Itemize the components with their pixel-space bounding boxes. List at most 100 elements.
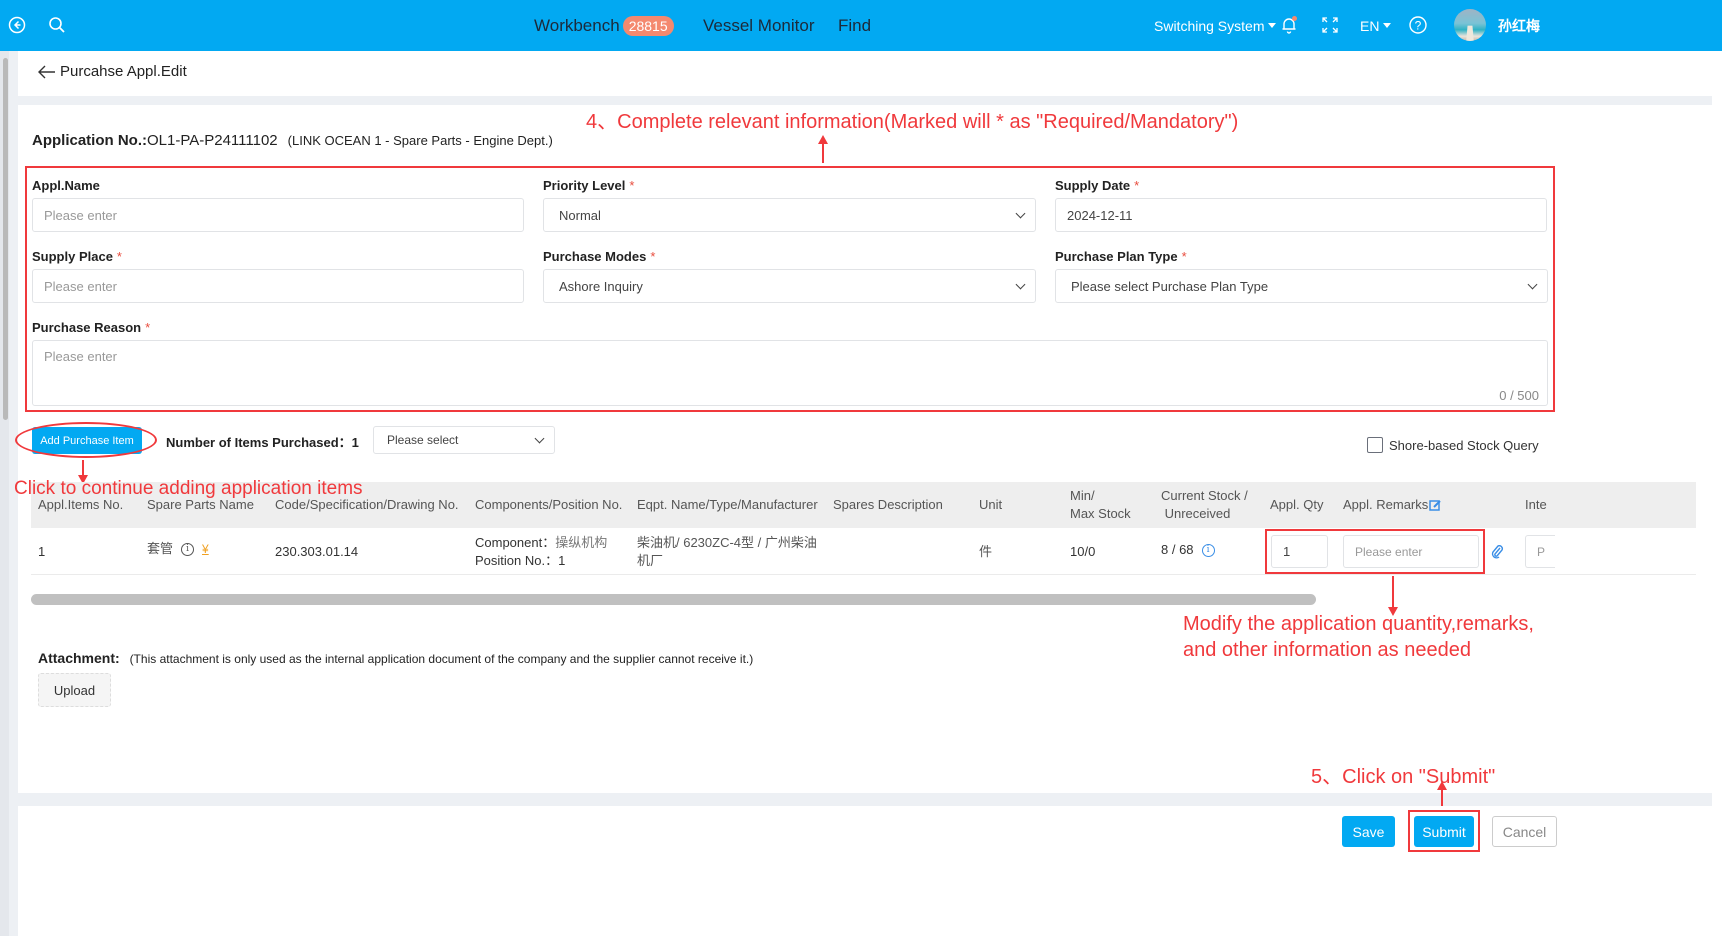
annotation-box-qty-remarks [1265, 529, 1485, 574]
column-header: Appl. Qty [1270, 497, 1324, 512]
column-header: Components/Position No. [475, 497, 623, 512]
switching-system-dropdown[interactable]: Switching System [1154, 0, 1277, 51]
current-stock: 8 / 68 i [1161, 541, 1215, 559]
annotation-arrow-down-icon [1388, 576, 1398, 616]
upload-button[interactable]: Upload [38, 673, 111, 707]
nav-vessel-monitor[interactable]: Vessel Monitor [703, 0, 815, 51]
svg-text:?: ? [1415, 19, 1422, 33]
char-counter: 0 / 500 [1499, 388, 1539, 403]
chevron-down-icon [534, 433, 545, 443]
items-count: Number of Items Purchased：1 [166, 435, 359, 450]
column-header: Eqpt. Name/Type/Manufacturer [637, 497, 818, 512]
min-max-stock: 10/0 [1070, 544, 1096, 559]
user-name[interactable]: 孙红梅 [1498, 0, 1540, 51]
annotation-ellipse [15, 422, 157, 458]
component-position: Component：操纵机构 Position No.：1 [475, 535, 608, 568]
info-icon[interactable]: i [181, 542, 195, 556]
purchase-modes-value: Ashore Inquiry [559, 278, 643, 294]
row-divider [31, 574, 1696, 575]
help-icon[interactable]: ? [1406, 13, 1430, 37]
nav-find[interactable]: Find [838, 0, 871, 51]
annotation-arrow-down-icon [78, 460, 88, 484]
chevron-down-icon [1527, 279, 1538, 289]
purchase-modes-select[interactable]: Ashore Inquiry [543, 269, 1036, 303]
language-label: EN [1360, 17, 1380, 34]
page-title: Purcahse Appl.Edit [60, 63, 187, 80]
spare-part-name: 套管 i ¥ [147, 540, 209, 558]
supply-place-input[interactable]: Please enter [32, 269, 524, 303]
priority-level-select[interactable]: Normal [543, 198, 1036, 232]
info-icon[interactable]: i [1201, 543, 1215, 557]
purchase-reason-textarea[interactable]: Please enter 0 / 500 [32, 340, 1548, 406]
annotation-arrow-up-icon [1437, 781, 1447, 806]
top-bar: Workbench 28815 Vessel Monitor Find Swit… [0, 0, 1722, 51]
appl-name-input[interactable]: Please enter [32, 198, 524, 232]
application-number: Application No.:OL1-PA-P24111102 (LINK OC… [32, 132, 553, 149]
shore-stock-query[interactable]: Shore-based Stock Query [1367, 437, 1539, 453]
annotation-box-submit [1408, 810, 1480, 852]
purchase-modes-label: Purchase Modes * [543, 249, 656, 264]
paperclip-icon[interactable] [1491, 545, 1504, 559]
annotation-add-items: Click to continue adding application ite… [14, 478, 363, 499]
attachment-note: (This attachment is only used as the int… [129, 652, 754, 666]
caret-down-icon [1383, 23, 1392, 28]
supply-date-label: Supply Date * [1055, 178, 1140, 193]
annotation-step5: 5、Click on "Submit" [1311, 766, 1496, 788]
column-header: Min/ Max Stock [1070, 488, 1131, 521]
priority-level-value: Normal [559, 207, 601, 223]
left-scrollbar-thumb[interactable] [3, 58, 8, 420]
unit: 件 [979, 544, 993, 559]
arrow-left-icon [38, 65, 55, 78]
avatar[interactable] [1454, 9, 1486, 41]
app-no-label: Application No.: [32, 132, 147, 149]
back-circle-icon[interactable] [5, 13, 29, 37]
supply-place-label: Supply Place * [32, 249, 122, 264]
attachment-section: Attachment: (This attachment is only use… [38, 650, 753, 666]
shore-stock-checkbox[interactable] [1367, 437, 1383, 453]
equipment-info: 柴油机/ 6230ZC-4型 / 广州柴油 机厂 [637, 535, 817, 568]
code-spec: 230.303.01.14 [275, 544, 359, 559]
cancel-button[interactable]: Cancel [1492, 816, 1557, 847]
column-header: Current Stock / Unreceived [1161, 488, 1248, 521]
item-no: 1 [38, 544, 46, 559]
back-link[interactable]: Purcahse Appl.Edit [38, 63, 187, 80]
purchase-reason-placeholder: Please enter [44, 349, 117, 364]
fullscreen-icon[interactable] [1318, 13, 1342, 37]
app-no-subtitle: (LINK OCEAN 1 - Spare Parts - Engine Dep… [287, 133, 553, 148]
chevron-down-icon [1015, 208, 1026, 218]
next-column-input[interactable]: P [1525, 535, 1555, 568]
purchase-reason-label: Purchase Reason * [32, 320, 151, 335]
supply-date-input[interactable]: 2024-12-11 [1055, 198, 1547, 232]
app-no-value: OL1-PA-P24111102 [147, 132, 278, 149]
column-header: Inte [1525, 497, 1547, 512]
table-horizontal-scrollbar[interactable] [31, 594, 1316, 605]
column-header: Unit [979, 497, 1003, 512]
items-filter-placeholder: Please select [387, 433, 459, 447]
language-dropdown[interactable]: EN [1360, 0, 1392, 51]
chevron-down-icon [1015, 279, 1026, 289]
save-button[interactable]: Save [1342, 816, 1395, 847]
workbench-badge: 28815 [622, 15, 674, 36]
page-header [18, 51, 1722, 96]
items-filter-select[interactable]: Please select [373, 426, 555, 454]
caret-down-icon [1268, 23, 1277, 28]
purchase-plan-type-label: Purchase Plan Type * [1055, 249, 1187, 264]
purchase-plan-type-placeholder: Please select Purchase Plan Type [1071, 278, 1269, 294]
priority-level-label: Priority Level * [543, 178, 635, 193]
nav-workbench[interactable]: Workbench 28815 [534, 0, 674, 51]
annotation-step4: 4、Complete relevant information(Marked w… [586, 111, 1239, 133]
column-header: Spares Description [833, 497, 943, 512]
search-icon[interactable] [45, 13, 69, 37]
switching-system-label: Switching System [1154, 17, 1265, 34]
annotation-modify: Modify the application quantity,remarks,… [1183, 613, 1534, 661]
bell-icon[interactable] [1277, 13, 1301, 37]
price-icon[interactable]: ¥ [202, 540, 209, 558]
annotation-arrow-up-icon [818, 135, 828, 163]
appl-name-label: Appl.Name [32, 178, 100, 193]
column-header-remarks: Appl. Remarks [1343, 496, 1442, 514]
nav-workbench-label: Workbench [534, 15, 620, 35]
batch-edit-icon[interactable] [1429, 499, 1442, 512]
purchase-plan-type-select[interactable]: Please select Purchase Plan Type [1055, 269, 1548, 303]
shore-stock-label: Shore-based Stock Query [1389, 437, 1539, 453]
attachment-label: Attachment: [38, 650, 120, 666]
